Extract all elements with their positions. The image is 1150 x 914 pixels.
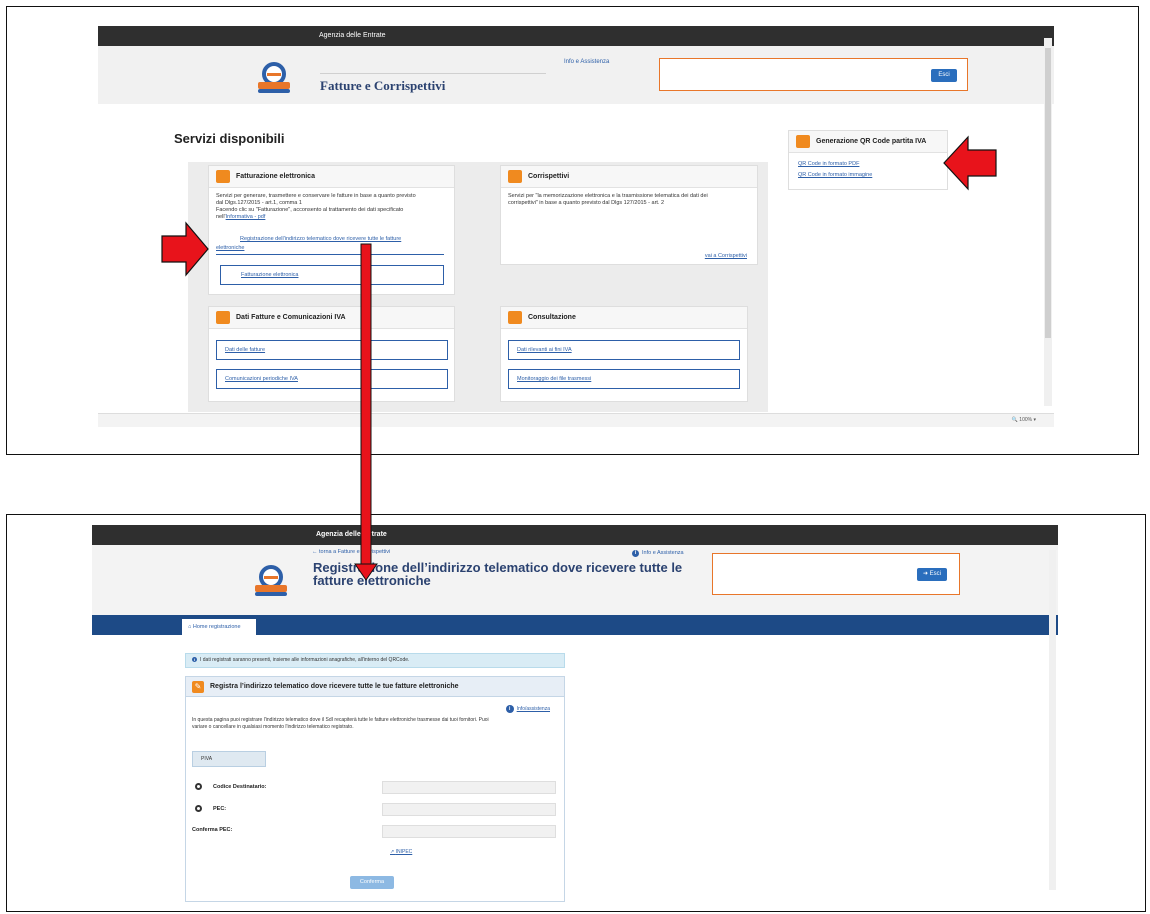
red-arrow-down-icon [354, 563, 378, 581]
red-arrow-left-icon [943, 135, 997, 191]
red-connector-line [360, 243, 372, 567]
annotation-arrows [161, 135, 997, 581]
red-arrow-right-icon [161, 221, 209, 277]
